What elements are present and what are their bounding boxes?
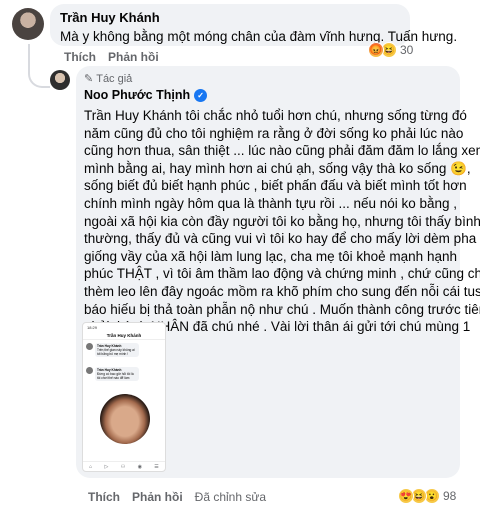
screenshot-avatar (86, 367, 93, 374)
heart-eyes-face-icon: 😍 (398, 488, 414, 504)
reply-text-line: thường, thấy đủ và cũng vui vì tôi ko ha… (84, 231, 477, 247)
screenshot-time: 18:29 (87, 325, 98, 330)
reply-text: Trần Huy Khánh tôi chắc nhỏ tuổi hơn chú… (84, 107, 480, 336)
reply-text-line: báo hiếu bị thả toàn phẫn nộ như chú . M… (84, 301, 480, 317)
screenshot-comment-text: Đừng có bao giờ hỏi tôi là tôi chơi thế … (97, 372, 134, 380)
menu-icon: ☰ (154, 463, 159, 470)
reaction-summary[interactable]: 😍 😆 😮 98 (398, 488, 456, 504)
comment-actions: Thích Phản hồi (64, 50, 159, 64)
attached-screenshot[interactable]: 18:29 Trần Huy Khánh Trần Huy Khánh Trên… (82, 322, 166, 472)
comment-bubble: Trần Huy Khánh Mà y không bằng một móng … (50, 4, 458, 46)
edited-label[interactable]: Đã chỉnh sửa (195, 490, 266, 504)
reply-avatar[interactable] (50, 70, 70, 90)
reply-text-line: phúc THẬT , vì tôi âm thầm lao động và c… (84, 266, 480, 282)
reply-thread-line (28, 44, 50, 88)
home-icon: ⌂ (89, 463, 93, 470)
comment-author[interactable]: Trần Huy Khánh (60, 10, 400, 25)
pencil-icon: ✎ (84, 73, 94, 85)
reply-text-line: sống biết đủ biết hạnh phúc , biết phấn … (84, 178, 467, 194)
commenter-avatar[interactable] (12, 8, 44, 40)
screenshot-face-photo (100, 394, 150, 444)
angry-face-icon: 😡 (368, 42, 384, 58)
author-badge-label: Tác giả (96, 72, 133, 85)
like-button[interactable]: Thích (88, 490, 120, 504)
reply-text-line: thèm leo lên đây ngoác mồm ra khõ phím c… (84, 283, 480, 299)
reply-text-line: chính mình ngày hôm qua là thành tựu rồi… (84, 195, 458, 211)
reply-author[interactable]: Noo Phước Thịnh ✓ (84, 88, 208, 102)
reply-text-line: mình bằng ai, hay mình hơn ai chú ạh, số… (84, 160, 471, 176)
reaction-count: 98 (443, 489, 457, 503)
screenshot-bubble: Trần Huy Khánh Trên thế gian này không a… (95, 343, 139, 357)
reply-actions: Thích Phản hồi Đã chỉnh sửa (88, 490, 266, 504)
reply-bubble: ✎ Tác giả Noo Phước Thịnh ✓ Trần Huy Khá… (76, 66, 480, 478)
screenshot-avatar (86, 343, 93, 350)
reply-button[interactable]: Phản hồi (108, 50, 159, 64)
screenshot-divider (83, 339, 165, 340)
reaction-summary[interactable]: 😡 😆 30 (368, 42, 413, 58)
reaction-count: 30 (400, 43, 414, 57)
screenshot-bubble: Trần Huy Khánh Đừng có bao giờ hỏi tôi l… (95, 367, 139, 381)
comment-text: Mà y không bằng một móng chân của đàm vĩ… (60, 29, 458, 44)
reply-text-line: Trần Huy Khánh tôi chắc nhỏ tuổi hơn chú… (84, 108, 467, 123)
profile-icon: ◉ (137, 463, 142, 470)
friends-icon: ⚇ (120, 463, 126, 470)
reply-button[interactable]: Phản hồi (132, 490, 183, 504)
author-badge: ✎ Tác giả (84, 72, 133, 86)
video-icon: ▷ (104, 463, 109, 470)
reply-text-line: năm cũng đủ cho tôi nghiệm ra rằng ở đời… (84, 125, 464, 141)
reply-text-line: giống vầy của xã hội làm lung lạc, cha m… (84, 248, 457, 264)
screenshot-comment-text: Trên thế gian này không ai tốt bằng bố m… (97, 348, 135, 356)
reply-text-line: cũng hơn thua, sân thiệt ... lúc nào cũn… (84, 143, 480, 159)
reply-text-line: ngoài xã hội kia còn đầy người tôi ko bằ… (84, 213, 480, 229)
reply-author-name[interactable]: Noo Phước Thịnh (84, 88, 190, 102)
screenshot-title: Trần Huy Khánh (106, 333, 142, 338)
verified-badge-icon: ✓ (194, 88, 208, 102)
like-button[interactable]: Thích (64, 50, 96, 64)
screenshot-tab-bar: ⌂ ▷ ⚇ ◉ ☰ (83, 461, 165, 471)
